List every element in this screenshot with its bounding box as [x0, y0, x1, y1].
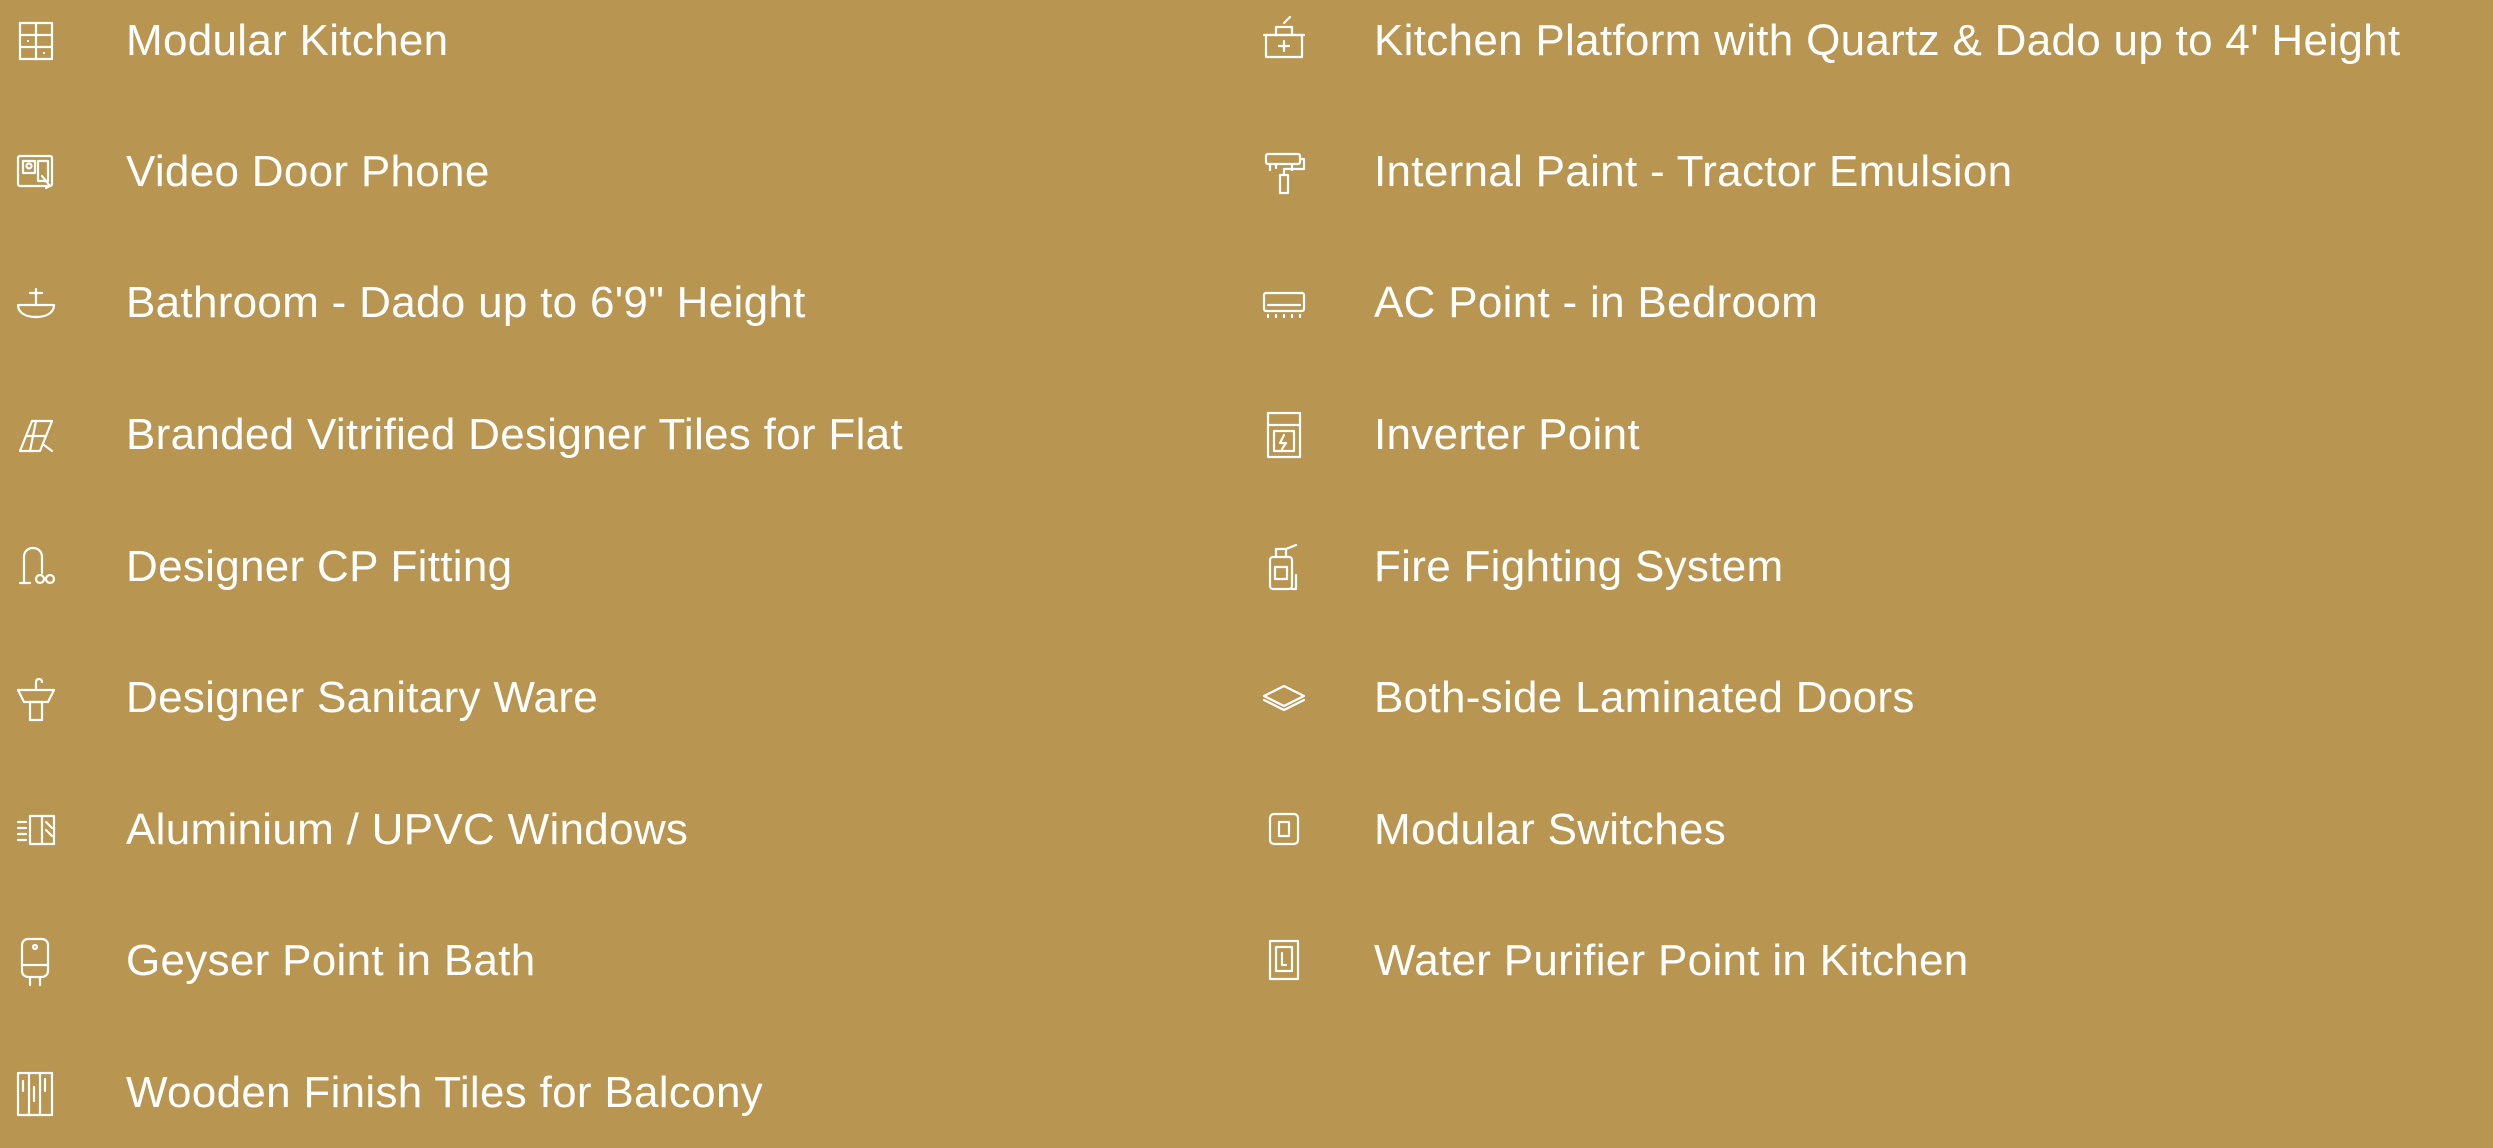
amenity-item: Water Purifier Point in Kitchen [1262, 906, 1969, 1016]
amenity-item: Geyser Point in Bath [14, 906, 536, 1016]
amenity-item: Wooden Finish Tiles for Balcony [14, 1038, 763, 1148]
bathroom-sink-icon [14, 273, 58, 333]
amenity-label: Bathroom - Dado up to 6'9" Height [126, 278, 806, 327]
amenity-label: Water Purifier Point in Kitchen [1374, 936, 1969, 985]
air-conditioner-icon [1262, 273, 1306, 333]
amenity-label: Geyser Point in Bath [126, 936, 536, 985]
laminate-sheet-icon [1262, 668, 1306, 728]
amenity-item: Video Door Phone [14, 117, 490, 227]
fire-extinguisher-icon [1262, 537, 1306, 597]
video-door-phone-icon [14, 142, 58, 202]
inverter-icon [1262, 405, 1306, 465]
amenity-label: Kitchen Platform with Quartz & Dado up t… [1374, 16, 2401, 65]
amenity-label: Modular Kitchen [126, 16, 449, 65]
amenity-item: Internal Paint - Tractor Emulsion [1262, 117, 2012, 227]
amenity-item: Designer CP Fitting [14, 512, 512, 622]
amenity-label: Both-side Laminated Doors [1374, 673, 1915, 722]
amenity-label: Inverter Point [1374, 410, 1640, 459]
cp-fitting-tap-icon [14, 537, 58, 597]
amenity-label: Designer Sanitary Ware [126, 673, 599, 722]
amenity-item: Both-side Laminated Doors [1262, 643, 1915, 753]
amenity-label: Modular Switches [1374, 805, 1727, 854]
switch-icon [1262, 800, 1306, 860]
water-purifier-icon [1262, 931, 1306, 991]
amenity-item: Aluminium / UPVC Windows [14, 775, 688, 885]
amenity-label: Fire Fighting System [1374, 542, 1784, 591]
amenity-label: Wooden Finish Tiles for Balcony [126, 1068, 764, 1117]
wooden-tiles-icon [14, 1063, 58, 1123]
amenity-label: AC Point - in Bedroom [1374, 278, 1819, 327]
amenity-label: Designer CP Fitting [126, 542, 513, 591]
amenity-label: Aluminium / UPVC Windows [126, 805, 689, 854]
wash-basin-icon [14, 668, 58, 728]
amenity-item: Fire Fighting System [1262, 512, 1783, 622]
amenity-item: Branded Vitrified Designer Tiles for Fla… [14, 380, 903, 490]
geyser-icon [14, 931, 58, 991]
amenity-label: Video Door Phone [126, 147, 490, 196]
modular-kitchen-icon [14, 11, 58, 71]
amenity-item: Modular Switches [1262, 775, 1726, 885]
amenity-item: AC Point - in Bedroom [1262, 248, 1818, 358]
window-icon [14, 800, 58, 860]
amenity-item: Designer Sanitary Ware [14, 643, 598, 753]
kitchen-platform-icon [1262, 11, 1306, 71]
amenity-item: Modular Kitchen [14, 0, 448, 96]
paint-roller-icon [1262, 142, 1306, 202]
amenity-item: Bathroom - Dado up to 6'9" Height [14, 248, 806, 358]
amenity-item: Inverter Point [1262, 380, 1640, 490]
amenity-label: Branded Vitrified Designer Tiles for Fla… [126, 410, 903, 459]
amenity-label: Internal Paint - Tractor Emulsion [1374, 147, 2013, 196]
amenity-item: Kitchen Platform with Quartz & Dado up t… [1262, 0, 2400, 96]
tiles-icon [14, 405, 58, 465]
